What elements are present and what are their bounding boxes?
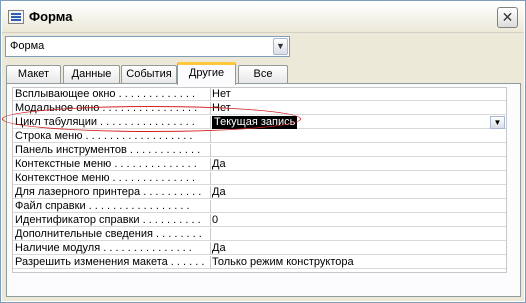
property-row[interactable]: Модальное окно . . . . . . . . . . . . .… — [13, 102, 506, 115]
column-divider — [210, 144, 211, 157]
property-value[interactable]: Нет — [212, 102, 506, 115]
column-divider — [210, 200, 211, 213]
column-divider — [210, 242, 211, 255]
property-row-selected[interactable]: Цикл табуляции . . . . . . . . . . . . .… — [13, 116, 506, 129]
property-row[interactable]: Строка меню . . . . . . . . . . . . . . … — [13, 130, 506, 143]
property-label: Цикл табуляции . . . . . . . . . . . . .… — [15, 116, 195, 128]
tab-panel: Всплывающее окно . . . . . . . . . . . .… — [6, 83, 521, 297]
title-bar[interactable]: Форма ✕ — [2, 2, 524, 33]
window-title: Форма — [29, 9, 73, 24]
tab-all[interactable]: Все — [238, 65, 288, 84]
property-label: Контекстные меню . . . . . . . . . . . .… — [15, 158, 197, 170]
column-divider — [210, 88, 211, 101]
chevron-down-icon[interactable]: ▼ — [273, 38, 288, 55]
property-label: Всплывающее окно . . . . . . . . . . . .… — [15, 88, 196, 100]
column-divider — [210, 158, 211, 171]
property-value[interactable]: Да — [212, 158, 506, 171]
property-row[interactable]: Наличие модуля . . . . . . . . . . . . .… — [13, 242, 506, 255]
column-divider — [210, 186, 211, 199]
property-label: Файл справки . . . . . . . . . . . . . .… — [15, 200, 190, 212]
close-button[interactable]: ✕ — [497, 7, 518, 28]
column-divider — [210, 130, 211, 143]
property-label: Разрешить изменения макета . . . . . . — [15, 256, 205, 268]
tab-data[interactable]: Данные — [63, 65, 120, 84]
column-divider — [210, 116, 211, 129]
column-divider — [210, 214, 211, 227]
column-divider — [210, 228, 211, 241]
property-label: Идентификатор справки . . . . . . . . . … — [15, 214, 201, 226]
property-label: Контекстное меню . . . . . . . . . . . .… — [15, 172, 196, 184]
property-row[interactable]: Панель инструментов . . . . . . . . . . … — [13, 144, 506, 157]
property-row[interactable]: Контекстные меню . . . . . . . . . . . .… — [13, 158, 506, 171]
property-label: Наличие модуля . . . . . . . . . . . . .… — [15, 242, 192, 254]
property-value[interactable]: Только режим конструктора — [212, 256, 506, 269]
tab-strip: Макет Данные События Другие Все — [6, 62, 526, 85]
property-label: Для лазерного принтера . . . . . . . . .… — [15, 186, 202, 198]
property-value[interactable] — [212, 228, 506, 241]
tab-events[interactable]: События — [121, 65, 177, 84]
property-row[interactable]: Контекстное меню . . . . . . . . . . . .… — [13, 172, 506, 185]
object-selector-value: Форма — [10, 40, 45, 52]
property-value-selected[interactable]: Текущая запись — [212, 116, 298, 129]
tab-other[interactable]: Другие — [177, 62, 236, 85]
property-row[interactable]: Разрешить изменения макета . . . . . . Т… — [13, 256, 506, 269]
property-value[interactable]: Нет — [212, 88, 506, 101]
property-value[interactable] — [212, 200, 506, 213]
object-selector[interactable]: Форма ▼ — [5, 36, 290, 57]
property-label: Модальное окно . . . . . . . . . . . . .… — [15, 102, 198, 114]
property-value[interactable]: Да — [212, 242, 506, 255]
property-row[interactable]: Идентификатор справки . . . . . . . . . … — [13, 214, 506, 227]
column-divider — [210, 256, 211, 269]
chevron-down-icon[interactable]: ▼ — [490, 116, 505, 129]
property-row[interactable]: Дополнительные сведения . . . . . . . . — [13, 228, 506, 241]
property-value[interactable]: 0 — [212, 214, 506, 227]
property-value[interactable]: Да — [212, 186, 506, 199]
property-grid: Всплывающее окно . . . . . . . . . . . .… — [12, 87, 507, 273]
column-divider — [210, 102, 211, 115]
tab-layout[interactable]: Макет — [6, 65, 61, 84]
property-value[interactable] — [212, 144, 506, 157]
property-row[interactable]: Файл справки . . . . . . . . . . . . . .… — [13, 200, 506, 213]
property-row[interactable]: Для лазерного принтера . . . . . . . . .… — [13, 186, 506, 199]
property-value[interactable] — [212, 172, 506, 185]
property-label: Панель инструментов . . . . . . . . . . … — [15, 144, 201, 156]
property-label: Строка меню . . . . . . . . . . . . . . … — [15, 130, 193, 142]
property-value[interactable] — [212, 130, 506, 143]
property-row[interactable]: Всплывающее окно . . . . . . . . . . . .… — [13, 88, 506, 101]
column-divider — [210, 172, 211, 185]
form-icon — [8, 10, 24, 24]
properties-window: Форма ✕ Форма ▼ Макет Данные События Дру… — [0, 0, 526, 303]
property-label: Дополнительные сведения . . . . . . . . — [15, 228, 202, 240]
